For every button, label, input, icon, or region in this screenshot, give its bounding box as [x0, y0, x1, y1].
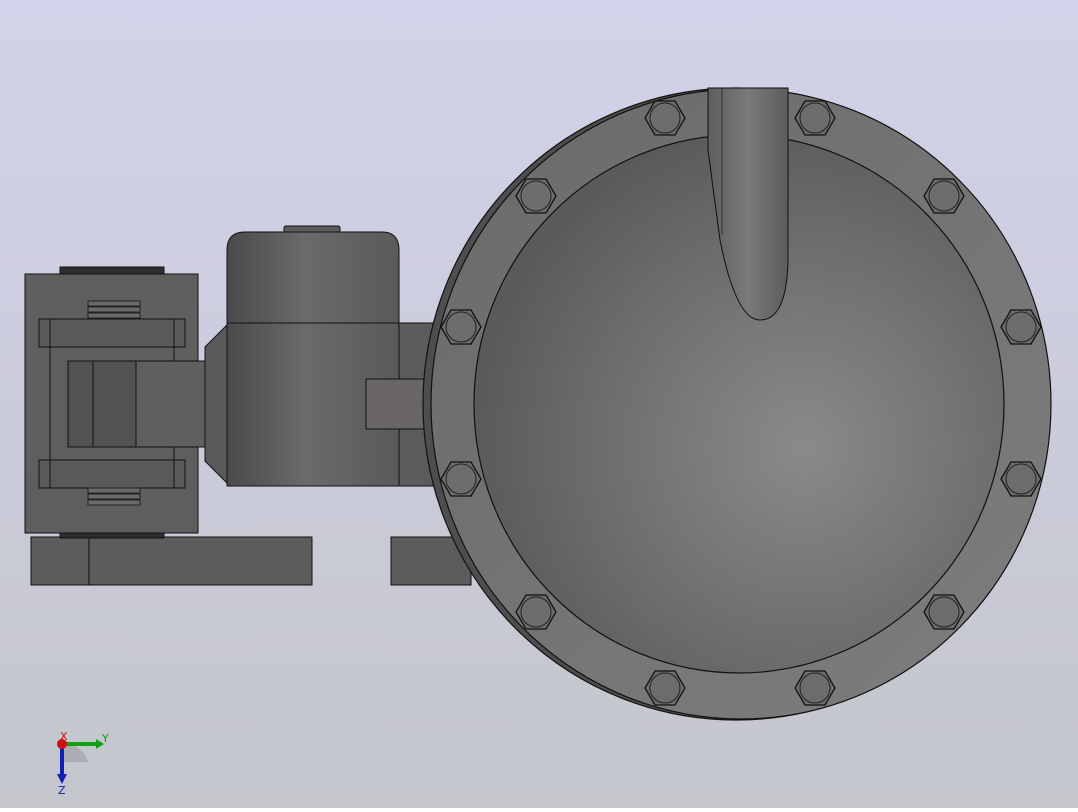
model-view [0, 0, 1078, 808]
thread-top [87, 300, 141, 319]
base-plate[interactable] [30, 536, 472, 586]
orientation-triad[interactable]: X Y Z [44, 728, 124, 798]
3d-viewport[interactable] [0, 0, 1078, 808]
thread-bottom [87, 487, 141, 506]
triad-graphic: X Y Z [57, 730, 109, 797]
y-label: Y [101, 732, 109, 745]
triad-plane [64, 743, 88, 762]
z-label: Z [58, 784, 66, 797]
x-label: X [60, 730, 68, 743]
z-axis-arrow [57, 774, 67, 784]
